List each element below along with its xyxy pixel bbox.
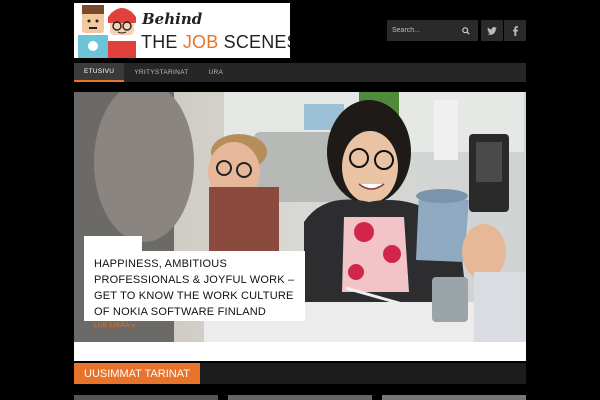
hero-card-tab [84, 236, 142, 252]
facebook-button[interactable] [504, 20, 526, 41]
character-right-icon [108, 8, 136, 58]
logo-title: THE JOB SCENES [141, 32, 290, 52]
section-title: UUSIMMAT TARINAT [74, 363, 200, 384]
story-thumb-3[interactable] [382, 395, 526, 400]
story-thumb-2[interactable] [228, 395, 372, 400]
twitter-button[interactable] [481, 20, 503, 41]
search-icon[interactable] [459, 24, 473, 38]
facebook-icon [512, 25, 518, 36]
site-logo[interactable]: Behind THE JOB SCENES [74, 3, 290, 58]
nav-item-ura[interactable]: URA [199, 63, 234, 82]
hero-headline[interactable]: HAPPINESS, AMBITIOUS PROFESSIONALS & JOY… [94, 256, 295, 320]
main-nav: ETUSIVU YRITYSTARINAT URA [74, 63, 526, 82]
twitter-icon [487, 26, 497, 35]
search-box [387, 20, 478, 41]
read-more-link[interactable]: LUE LISÄÄ » [94, 322, 136, 329]
nav-item-yritystarinat[interactable]: YRITYSTARINAT [124, 63, 198, 82]
nav-item-etusivu[interactable]: ETUSIVU [74, 63, 125, 82]
story-thumb-1[interactable] [74, 395, 218, 400]
search-input[interactable] [387, 27, 459, 34]
hero-card[interactable]: HAPPINESS, AMBITIOUS PROFESSIONALS & JOY… [84, 251, 305, 321]
logo-behind-text: Behind [142, 10, 203, 28]
